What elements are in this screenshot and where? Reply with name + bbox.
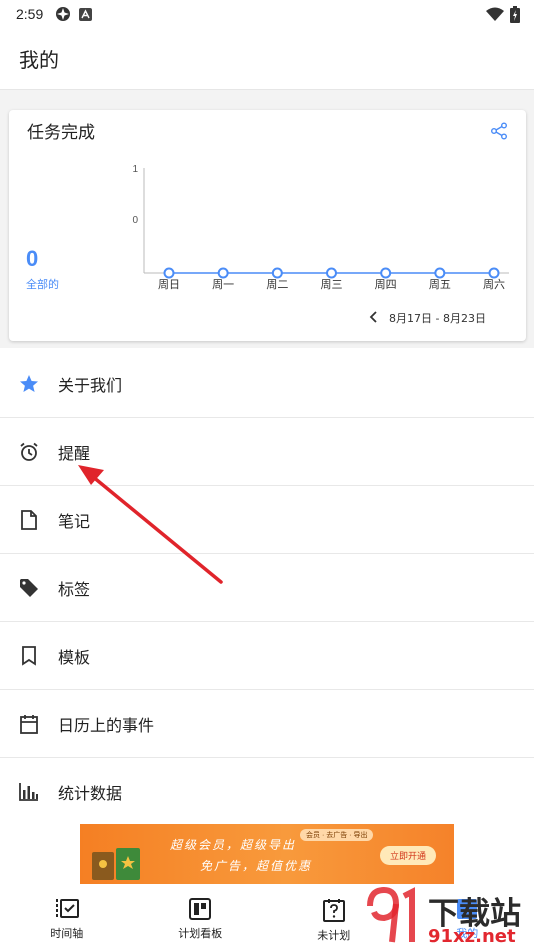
x-tick-label: 周四 [375, 278, 397, 291]
menu-item-label: 提醒 [58, 443, 91, 463]
ad-banner[interactable]: 会员 · 去广告 · 导出 超级会员，超级导出 免广告，超值优惠 立即开通 [80, 824, 454, 884]
status-bar: 2:59 [0, 0, 534, 28]
nav-timeline[interactable]: 时间轴 [0, 888, 134, 950]
watermark: 下载站 91xz.net [362, 886, 534, 950]
y-tick-label: 1 [132, 164, 138, 175]
menu-item-about[interactable]: 关于我们 [0, 350, 534, 418]
status-time: 2:59 [16, 6, 44, 22]
chevron-left-icon[interactable] [369, 311, 379, 323]
task-completion-card: 任务完成 0 全部的 1 0 周日 周一 周二 周三 周四 周五 周六 8月17日 - 8月23… [9, 110, 526, 341]
menu-item-calendar-events[interactable]: 日历上的事件 [0, 690, 534, 758]
app-header: 我的 [0, 28, 534, 90]
tag-icon [18, 577, 40, 599]
menu-item-statistics[interactable]: 统计数据 [0, 758, 534, 826]
watermark-logo-icon [367, 886, 415, 943]
nav-label: 未计划 [317, 929, 351, 942]
unplanned-icon [322, 899, 345, 922]
bar-chart-icon [18, 781, 40, 803]
menu-item-label: 标签 [58, 579, 91, 599]
data-point [217, 267, 229, 279]
total-completed-value: 0 [26, 246, 39, 271]
data-point [163, 267, 175, 279]
nav-label: 计划看板 [178, 927, 223, 940]
menu-item-label: 关于我们 [58, 375, 123, 395]
menu-item-tags[interactable]: 标签 [0, 554, 534, 622]
data-point [380, 267, 392, 279]
menu-item-templates[interactable]: 模板 [0, 622, 534, 690]
ad-tags: 会员 · 去广告 · 导出 [300, 829, 374, 841]
gift-bag-icon [92, 848, 140, 880]
date-range[interactable]: 8月17日 - 8月23日 [389, 310, 486, 326]
total-completed-label: 全部的 [26, 278, 59, 291]
board-icon [189, 898, 212, 920]
wifi-icon [486, 7, 504, 21]
nav-plan-board[interactable]: 计划看板 [134, 888, 268, 950]
weekly-completion-chart: 1 0 周日 周一 周二 周三 周四 周五 周六 [132, 164, 509, 291]
ad-headline: 超级会员，超级导出 [170, 838, 297, 852]
bookmark-icon [18, 645, 40, 667]
accessibility-notification-icon [79, 7, 93, 21]
y-tick-label: 0 [132, 215, 138, 226]
data-point [271, 267, 283, 279]
share-icon[interactable] [490, 122, 508, 140]
menu-item-label: 日历上的事件 [58, 715, 155, 735]
battery-icon [510, 5, 520, 23]
timeline-icon [55, 899, 79, 919]
watermark-url: 91xz.net [428, 926, 516, 947]
ad-subline: 免广告，超值优惠 [200, 859, 313, 873]
calendar-icon [18, 713, 40, 735]
menu-item-reminder[interactable]: 提醒 [0, 418, 534, 486]
x-tick-label: 周五 [429, 278, 451, 291]
menu-item-notes[interactable]: 笔记 [0, 486, 534, 554]
x-tick-label: 周三 [321, 278, 343, 291]
card-title: 任务完成 [27, 123, 95, 143]
x-tick-label: 周六 [483, 278, 505, 291]
x-tick-label: 周二 [266, 278, 288, 291]
menu-item-label: 笔记 [58, 511, 91, 531]
app-notification-icon [56, 7, 71, 21]
menu-item-label: 统计数据 [58, 784, 123, 803]
x-tick-label: 周日 [158, 278, 180, 291]
data-point [434, 267, 446, 279]
note-icon [18, 509, 40, 531]
x-tick-label: 周一 [212, 278, 234, 291]
data-point [326, 267, 337, 279]
star-icon [18, 373, 40, 395]
page-title: 我的 [19, 48, 59, 72]
menu-item-label: 模板 [58, 647, 91, 667]
profile-menu: 关于我们 提醒 笔记 标签 模板 日历上的事件 统计数据 [0, 350, 534, 826]
nav-label: 时间轴 [50, 927, 84, 940]
ad-cta-button[interactable]: 立即开通 [379, 846, 436, 865]
data-point [488, 267, 500, 279]
alarm-icon [18, 441, 40, 463]
